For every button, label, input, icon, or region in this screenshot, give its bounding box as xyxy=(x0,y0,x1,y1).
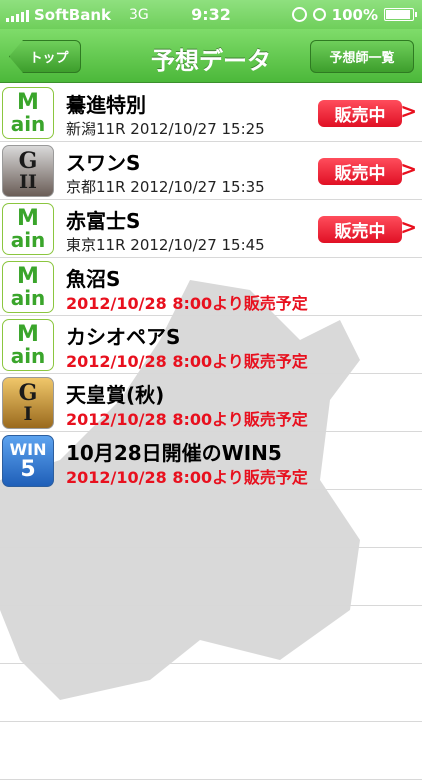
race-title: 赤富士S xyxy=(66,209,141,233)
win5-badge-icon: WIN 5 xyxy=(2,435,54,487)
race-row[interactable]: GI 天皇賞(秋) 2012/10/28 8:00より販売予定 xyxy=(0,374,422,432)
race-subtitle: 京都11R 2012/10/27 15:35 xyxy=(66,178,265,196)
race-title: スワンS xyxy=(66,151,141,175)
main-badge-icon: Main xyxy=(2,203,54,255)
rotation-lock-icon xyxy=(291,7,307,22)
race-row[interactable]: G II スワンS 京都11R 2012/10/27 15:35 販売中 > xyxy=(0,142,422,200)
race-row[interactable]: Main カシオペアS 2012/10/28 8:00より販売予定 xyxy=(0,316,422,374)
main-badge-icon: Main xyxy=(2,87,54,139)
race-sale-schedule: 2012/10/28 8:00より販売予定 xyxy=(66,410,308,429)
race-row[interactable]: Main 驀進特別 新潟11R 2012/10/27 15:25 販売中 > xyxy=(0,84,422,142)
empty-row xyxy=(0,722,422,780)
race-title: 天皇賞(秋) xyxy=(66,383,165,407)
race-subtitle: 東京11R 2012/10/27 15:45 xyxy=(66,236,265,254)
race-row[interactable]: WIN 5 10月28日開催のWIN5 2012/10/28 8:00より販売予定 xyxy=(0,432,422,490)
race-sale-schedule: 2012/10/28 8:00より販売予定 xyxy=(66,468,308,487)
race-title: カシオペアS xyxy=(66,325,181,349)
empty-row xyxy=(0,664,422,722)
race-row[interactable]: Main 赤富士S 東京11R 2012/10/27 15:45 販売中 > xyxy=(0,200,422,258)
empty-row xyxy=(0,548,422,606)
empty-row xyxy=(0,490,422,548)
race-list: Main 驀進特別 新潟11R 2012/10/27 15:25 販売中 > G… xyxy=(0,84,422,780)
alarm-icon xyxy=(312,8,326,21)
grade1-badge-icon: GI xyxy=(2,377,54,429)
main-badge-icon: Main xyxy=(2,319,54,371)
battery-percent: 100% xyxy=(331,5,378,24)
on-sale-badge[interactable]: 販売中 xyxy=(318,100,402,127)
forecasters-list-button[interactable]: 予想師一覧 xyxy=(310,40,414,73)
race-title: 10月28日開催のWIN5 xyxy=(66,441,282,465)
chevron-right-icon: > xyxy=(400,215,417,239)
on-sale-badge[interactable]: 販売中 xyxy=(318,216,402,243)
navigation-bar: トップ 予想データ 予想師一覧 xyxy=(0,29,422,83)
race-sale-schedule: 2012/10/28 8:00より販売予定 xyxy=(66,352,308,371)
race-title: 驀進特別 xyxy=(66,93,146,117)
status-bar: SoftBank 3G 9:32 100% xyxy=(0,0,422,29)
race-row[interactable]: Main 魚沼S 2012/10/28 8:00より販売予定 xyxy=(0,258,422,316)
race-title: 魚沼S xyxy=(66,267,121,291)
chevron-right-icon: > xyxy=(400,99,417,123)
race-sale-schedule: 2012/10/28 8:00より販売予定 xyxy=(66,294,308,313)
main-badge-icon: Main xyxy=(2,261,54,313)
empty-row xyxy=(0,606,422,664)
race-subtitle: 新潟11R 2012/10/27 15:25 xyxy=(66,120,265,138)
chevron-right-icon: > xyxy=(400,157,417,181)
grade2-badge-icon: G II xyxy=(2,145,54,197)
on-sale-badge[interactable]: 販売中 xyxy=(318,158,402,185)
battery-icon xyxy=(384,8,417,21)
